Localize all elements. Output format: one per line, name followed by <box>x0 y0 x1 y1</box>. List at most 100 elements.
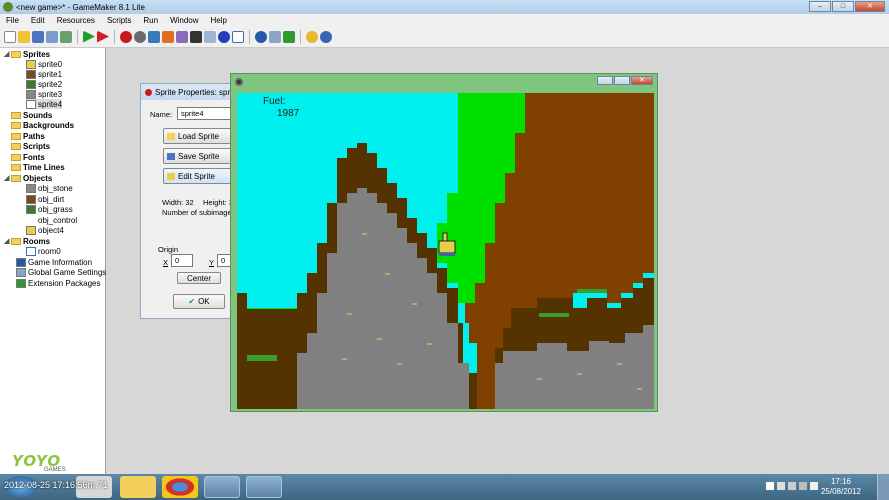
toolbar <box>0 26 889 48</box>
taskbar-gamemaker-icon[interactable] <box>204 476 240 498</box>
menu-resources[interactable]: Resources <box>51 16 101 25</box>
tree-timelines[interactable]: Time Lines <box>4 162 65 172</box>
open-icon[interactable] <box>18 30 30 43</box>
menu-bar: File Edit Resources Scripts Run Window H… <box>0 14 889 26</box>
taskbar-folder-icon[interactable] <box>120 476 156 498</box>
menu-edit[interactable]: Edit <box>25 16 51 25</box>
tree-room0[interactable]: room0 <box>26 246 61 256</box>
tree-global-settings[interactable]: Global Game Settings <box>16 267 106 277</box>
tray-icon[interactable] <box>788 482 796 490</box>
game-icon <box>235 78 243 86</box>
sprite-thumb-icon <box>26 69 36 79</box>
tree-scripts[interactable]: Scripts <box>4 141 50 151</box>
tree-obj-stone[interactable]: obj_stone <box>26 183 73 193</box>
extension-icon <box>16 278 26 288</box>
clock[interactable]: 17:16 25/08/2012 <box>821 477 861 497</box>
volume-icon[interactable] <box>810 482 818 490</box>
grass-patch <box>247 355 277 361</box>
menu-help[interactable]: Help <box>205 16 233 25</box>
edit-icon <box>167 172 175 180</box>
close-button[interactable]: ✕ <box>855 1 885 12</box>
settings-icon[interactable] <box>269 30 281 43</box>
menu-window[interactable]: Window <box>164 16 204 25</box>
save-icon[interactable] <box>32 30 44 43</box>
taskbar-game-icon[interactable] <box>246 476 282 498</box>
origin-label: Origin <box>158 245 179 254</box>
height-label: Height: 3 <box>203 198 234 207</box>
y-label: Y <box>209 258 215 267</box>
object-icon[interactable] <box>218 30 230 43</box>
ok-button[interactable]: ✔ OK <box>173 294 225 309</box>
new-icon[interactable] <box>4 30 16 43</box>
tree-object4[interactable]: object4 <box>26 225 64 235</box>
settings-icon <box>16 267 26 277</box>
path-icon[interactable] <box>162 30 174 43</box>
origin-x-input[interactable]: 0 <box>171 254 193 267</box>
tree-sprite1[interactable]: sprite1 <box>26 69 62 79</box>
chrome-icon[interactable] <box>162 476 198 498</box>
yoyo-games-logo: YOYO GAMES <box>12 452 66 473</box>
sprite-icon[interactable] <box>120 30 132 43</box>
tree-obj-grass[interactable]: obj_grass <box>26 204 73 214</box>
timeline-icon[interactable] <box>204 30 216 43</box>
minimize-button[interactable]: – <box>809 1 831 12</box>
center-button[interactable]: Center <box>177 272 221 284</box>
folder-icon <box>11 121 21 129</box>
tree-paths[interactable]: Paths <box>4 131 45 141</box>
tree-obj-dirt[interactable]: obj_dirt <box>26 194 64 204</box>
check-icon: ✔ <box>188 297 196 306</box>
width-label: Width: 32 <box>162 198 194 207</box>
sprite-properties-dialog: Sprite Properties: spr Name: sprite4 Loa… <box>140 83 241 319</box>
timestamp-overlay: 2012-08-25 17:16:56m.71 <box>4 480 108 490</box>
game-canvas: Fuel: 1987 <box>237 93 654 409</box>
font-icon[interactable] <box>190 30 202 43</box>
manual-icon[interactable] <box>306 30 318 43</box>
extension-icon[interactable] <box>283 30 295 43</box>
tree-extensions[interactable]: Extension Packages <box>16 278 101 288</box>
tree-objects[interactable]: ◢ Objects <box>4 173 52 183</box>
menu-run[interactable]: Run <box>137 16 164 25</box>
script-icon[interactable] <box>176 30 188 43</box>
terrain-scene: Fuel: 1987 <box>237 93 654 409</box>
tree-sprite0[interactable]: sprite0 <box>26 59 62 69</box>
game-info-icon[interactable] <box>255 30 267 43</box>
game-maximize-button[interactable] <box>614 76 630 85</box>
tree-sounds[interactable]: Sounds <box>4 110 52 120</box>
publish-icon[interactable] <box>46 30 58 43</box>
fuel-value: 1987 <box>277 108 300 119</box>
game-minimize-button[interactable] <box>597 76 613 85</box>
debug-icon[interactable] <box>97 30 109 43</box>
tree-obj-control[interactable]: obj_control <box>38 215 77 225</box>
tray-icon[interactable] <box>777 482 785 490</box>
background-icon[interactable] <box>148 30 160 43</box>
sprite-icon <box>145 88 152 96</box>
tree-sprite2[interactable]: sprite2 <box>26 79 62 89</box>
tree-game-info[interactable]: Game Information <box>16 257 92 267</box>
tree-backgrounds[interactable]: Backgrounds <box>4 120 74 130</box>
tray-icon[interactable] <box>766 482 774 490</box>
tree-sprite4[interactable]: sprite4 <box>26 99 63 109</box>
tree-sprite3[interactable]: sprite3 <box>26 89 62 99</box>
network-icon[interactable] <box>799 482 807 490</box>
game-close-button[interactable]: ✕ <box>631 76 653 85</box>
object-thumb-icon <box>26 225 36 235</box>
folder-icon <box>11 50 21 58</box>
sound-icon[interactable] <box>134 30 146 43</box>
maximize-button[interactable]: □ <box>832 1 854 12</box>
menu-file[interactable]: File <box>0 16 25 25</box>
folder-icon <box>11 163 21 171</box>
tree-sprites[interactable]: ◢ Sprites <box>4 49 50 59</box>
create-exe-icon[interactable] <box>60 30 72 43</box>
help-icon[interactable] <box>320 30 332 43</box>
room-thumb-icon <box>26 246 36 256</box>
sprite-thumb-icon <box>26 89 36 99</box>
run-icon[interactable] <box>83 30 95 43</box>
resource-tree: ◢ Sprites sprite0 sprite1 sprite2 sprite3… <box>0 48 106 474</box>
room-icon[interactable] <box>232 30 244 43</box>
menu-scripts[interactable]: Scripts <box>101 16 137 25</box>
show-desktop-button[interactable] <box>877 474 889 500</box>
save-icon <box>167 152 175 160</box>
grass-patch <box>539 313 569 317</box>
tree-rooms[interactable]: ◢ Rooms <box>4 236 50 246</box>
tree-fonts[interactable]: Fonts <box>4 152 45 162</box>
